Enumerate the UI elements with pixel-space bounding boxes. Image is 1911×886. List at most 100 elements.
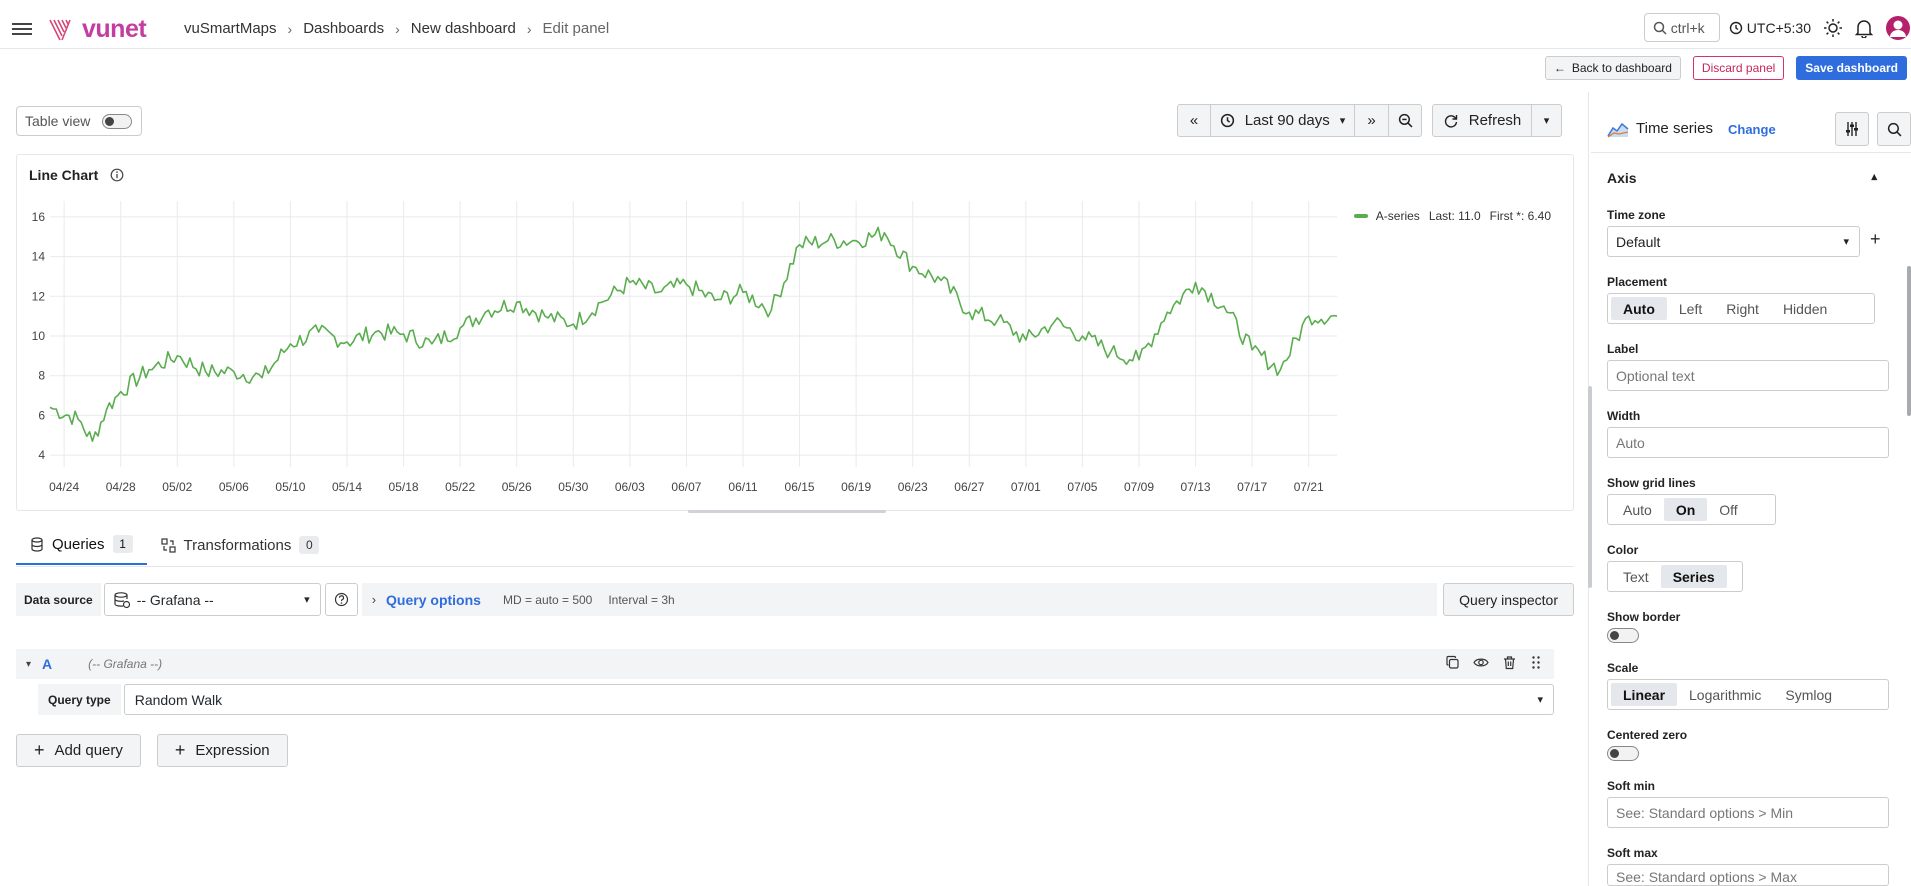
- time-range-picker[interactable]: Last 90 days ▾: [1211, 104, 1355, 137]
- search-button[interactable]: ctrl+k: [1643, 13, 1720, 42]
- data-source-help-button[interactable]: [324, 583, 358, 616]
- refresh-interval-dropdown[interactable]: ▾: [1532, 104, 1562, 137]
- soft-min-field-label: Soft min: [1607, 779, 1655, 793]
- grid-lines-auto[interactable]: Auto: [1611, 498, 1664, 521]
- x-tick-label: 07/09: [1124, 480, 1154, 494]
- soft-max-input[interactable]: See: Standard options > Max: [1607, 864, 1889, 886]
- table-view-switch[interactable]: [102, 113, 133, 129]
- collapse-chevron-icon[interactable]: ▾: [26, 659, 31, 670]
- color-series[interactable]: Series: [1660, 565, 1727, 588]
- query-inspector-button[interactable]: Query inspector: [1443, 583, 1574, 616]
- x-tick-label: 05/06: [219, 480, 249, 494]
- refresh-button[interactable]: Refresh: [1432, 104, 1532, 137]
- x-tick-label: 07/17: [1237, 480, 1267, 494]
- top-right-tools: ctrl+k UTC+5:30: [1643, 13, 1911, 42]
- discard-panel-button[interactable]: Discard panel: [1692, 56, 1785, 80]
- zoom-out-button[interactable]: [1389, 104, 1422, 137]
- table-view-toggle[interactable]: Table view: [16, 106, 142, 136]
- breadcrumb-separator-icon: ›: [395, 20, 400, 37]
- scale-radio-group: Linear Logarithmic Symlog: [1607, 679, 1889, 710]
- query-options[interactable]: › Query options MD = auto = 500 Interval…: [361, 583, 1438, 616]
- sun-icon[interactable]: [1823, 18, 1843, 38]
- timezone-display[interactable]: UTC+5:30: [1729, 20, 1811, 36]
- axis-label-input[interactable]: Optional text: [1607, 360, 1889, 391]
- breadcrumb-new-dashboard[interactable]: New dashboard: [411, 20, 516, 37]
- scale-linear[interactable]: Linear: [1611, 683, 1678, 706]
- zoom-out-icon: [1398, 113, 1412, 128]
- scale-symlog[interactable]: Symlog: [1773, 683, 1844, 706]
- query-row-header[interactable]: ▾ A (-- Grafana --): [16, 649, 1554, 679]
- y-tick-label: 14: [32, 250, 46, 264]
- timezone-field-label: Time zone: [1607, 208, 1666, 222]
- placement-hidden[interactable]: Hidden: [1771, 297, 1839, 320]
- data-source-label: Data source: [16, 583, 101, 616]
- options-scrollbar[interactable]: [1907, 266, 1911, 416]
- y-tick-label: 16: [32, 210, 46, 224]
- sliders-icon: [1846, 122, 1858, 136]
- placement-right[interactable]: Right: [1714, 297, 1771, 320]
- add-query-button[interactable]: + Add query: [16, 734, 141, 767]
- clock-icon: [1729, 21, 1742, 34]
- tab-queries[interactable]: Queries 1: [16, 533, 147, 565]
- back-label: Back to dashboard: [1571, 61, 1672, 75]
- tabs-divider: [16, 566, 1574, 567]
- options-search-button[interactable]: [1877, 112, 1911, 146]
- chevron-down-icon: ▾: [1339, 115, 1346, 127]
- drag-handle-icon[interactable]: [1530, 655, 1542, 670]
- plus-icon: +: [174, 740, 186, 760]
- plus-icon: +: [34, 740, 45, 760]
- brand-logo[interactable]: vunet: [48, 15, 147, 44]
- placement-auto[interactable]: Auto: [1611, 297, 1667, 320]
- query-ref-id[interactable]: A: [42, 656, 52, 672]
- series-line-a-series: [49, 226, 1338, 442]
- avatar[interactable]: [1885, 14, 1911, 42]
- change-visualization-link[interactable]: Change: [1728, 122, 1776, 137]
- search-hint: ctrl+k: [1670, 19, 1705, 36]
- trash-icon[interactable]: [1502, 655, 1517, 670]
- tab-transformations[interactable]: Transformations 0: [147, 533, 334, 565]
- grid-lines-on[interactable]: On: [1663, 498, 1708, 521]
- query-tabs: Queries 1 Transformations 0: [16, 533, 333, 565]
- placement-left[interactable]: Left: [1667, 297, 1714, 320]
- scale-logarithmic[interactable]: Logarithmic: [1677, 683, 1773, 706]
- x-tick-label: 05/26: [502, 480, 532, 494]
- centered-zero-switch[interactable]: [1607, 746, 1639, 761]
- axis-width-input[interactable]: Auto: [1607, 427, 1889, 458]
- chart-legend[interactable]: A-series Last: 11.0 First *: 6.40: [1353, 209, 1551, 223]
- axis-section-header[interactable]: Axis ▴: [1607, 170, 1877, 186]
- panel-resize-handle[interactable]: [688, 510, 886, 513]
- eye-icon[interactable]: [1473, 655, 1489, 670]
- legend-first: First *: 6.40: [1489, 209, 1551, 223]
- add-query-label: Add query: [54, 742, 123, 759]
- line-chart[interactable]: 4 6 8 10 12 14 16 04/24 04/28 05/02 05/06 05/10 05/1…: [17, 155, 1377, 495]
- chevron-down-icon: ▾: [304, 594, 310, 606]
- breadcrumb-vusmartmaps[interactable]: vuSmartMaps: [184, 20, 277, 37]
- x-tick-label: 05/18: [389, 480, 419, 494]
- add-expression-button[interactable]: + Expression: [156, 734, 288, 767]
- color-text[interactable]: Text: [1611, 565, 1661, 588]
- panel-actions: ← Back to dashboard Discard panel Save d…: [1544, 56, 1907, 80]
- soft-min-input[interactable]: See: Standard options > Min: [1607, 797, 1889, 828]
- bell-icon[interactable]: [1855, 18, 1873, 38]
- query-type-select[interactable]: Random Walk ▾: [123, 684, 1554, 715]
- copy-icon[interactable]: [1445, 655, 1460, 670]
- chevron-down-icon: ▾: [1537, 694, 1543, 706]
- breadcrumb-separator-icon: ›: [287, 20, 293, 37]
- options-toggle-button[interactable]: [1835, 112, 1869, 146]
- breadcrumb-dashboards[interactable]: Dashboards: [303, 20, 384, 37]
- save-dashboard-button[interactable]: Save dashboard: [1796, 56, 1907, 80]
- x-tick-label: 05/22: [445, 480, 475, 494]
- back-to-dashboard-button[interactable]: ← Back to dashboard: [1544, 56, 1681, 80]
- clock-icon: [1220, 113, 1234, 128]
- add-timezone-plus-icon[interactable]: +: [1870, 229, 1881, 250]
- data-source-value: -- Grafana --: [136, 591, 214, 608]
- time-back-button[interactable]: «: [1177, 104, 1211, 137]
- grid-lines-off[interactable]: Off: [1707, 498, 1749, 521]
- x-tick-label: 06/03: [615, 480, 645, 494]
- timezone-select[interactable]: Default ▾: [1607, 226, 1860, 257]
- menu-icon[interactable]: [12, 20, 32, 36]
- legend-last: Last: 11.0: [1428, 209, 1481, 223]
- data-source-select[interactable]: -- Grafana -- ▾: [103, 583, 321, 616]
- time-forward-button[interactable]: »: [1355, 104, 1389, 137]
- show-border-switch[interactable]: [1607, 628, 1639, 643]
